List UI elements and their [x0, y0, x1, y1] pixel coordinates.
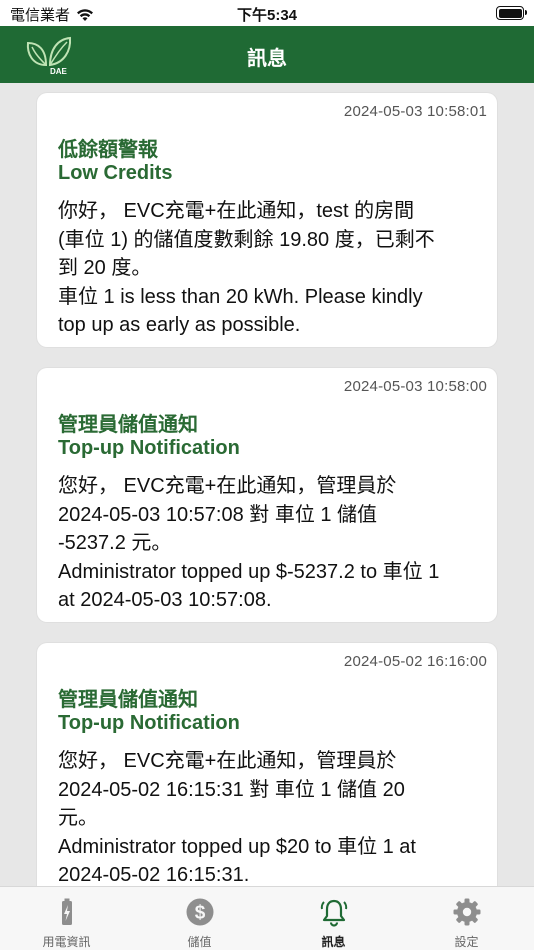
message-title-en: Top-up Notification — [58, 437, 240, 459]
message-title-en: Top-up Notification — [58, 712, 240, 734]
tab-power-info[interactable]: 用電資訊 — [0, 887, 133, 950]
tab-bar: 用電資訊 $ 儲值 訊息 設定 — [0, 886, 534, 950]
message-list[interactable]: 2024-05-03 10:58:01 低餘額警報 Low Credits 你好… — [0, 83, 534, 886]
message-title-zh: 管理員儲值通知 — [58, 689, 198, 711]
bell-icon — [320, 899, 347, 927]
message-timestamp: 2024-05-03 10:58:00 — [343, 378, 487, 395]
message-body-line: Administrator topped up $-5237.2 to 車位 1 — [58, 560, 440, 583]
message-body-line: 2024-05-03 10:57:08 對 車位 1 儲值 — [58, 503, 378, 526]
tab-label: 設定 — [454, 935, 479, 949]
message-body-line: 你好， EVC充電+在此通知，test 的房間 — [58, 200, 415, 222]
tab-top-up[interactable]: $ 儲值 — [133, 887, 266, 950]
tab-messages[interactable]: 訊息 — [267, 887, 400, 950]
message-body: 您好， EVC充電+在此通知，管理員於 2024-05-03 10:57:08 … — [58, 472, 483, 615]
nav-bar: DAE 訊息 — [0, 26, 534, 83]
tab-settings[interactable]: 設定 — [400, 887, 533, 950]
message-body-line: 車位 1 is less than 20 kWh. Please kindly — [58, 285, 423, 308]
message-body: 你好， EVC充電+在此通知，test 的房間 (車位 1) 的儲值度數剩餘 1… — [58, 197, 483, 340]
message-body-line: 您好， EVC充電+在此通知，管理員於 — [58, 475, 397, 497]
message-body-line: top up as early as possible. — [58, 314, 301, 336]
svg-text:$: $ — [194, 903, 205, 924]
message-body-line: 您好， EVC充電+在此通知，管理員於 — [58, 750, 397, 772]
tab-label: 用電資訊 — [42, 935, 91, 949]
message-body-line: (車位 1) 的儲值度數剩餘 19.80 度，已剩不 — [58, 228, 435, 251]
message-body-line: 到 20 度。 — [58, 257, 152, 279]
gear-icon — [453, 898, 480, 926]
page-title: 訊息 — [247, 48, 287, 70]
message-body-line: at 2024-05-03 10:57:08. — [58, 589, 272, 611]
tab-label: 儲值 — [187, 935, 212, 949]
battery-status-icon — [496, 6, 527, 20]
message-card[interactable]: 2024-05-03 10:58:01 低餘額警報 Low Credits 你好… — [37, 93, 497, 347]
message-card[interactable]: 2024-05-02 16:16:00 管理員儲值通知 Top-up Notif… — [37, 643, 497, 886]
message-title-zh: 管理員儲值通知 — [58, 414, 198, 436]
status-time: 下午5:34 — [236, 7, 298, 24]
dollar-icon: $ — [186, 898, 213, 926]
message-title-zh: 低餘額警報 — [58, 139, 158, 161]
message-timestamp: 2024-05-03 10:58:01 — [343, 103, 487, 120]
message-body-line: 2024-05-02 16:15:31 對 車位 1 儲值 20 — [58, 778, 405, 801]
message-body-line: -5237.2 元。 — [58, 532, 172, 554]
message-body-line: 元。 — [58, 807, 98, 829]
message-timestamp: 2024-05-02 16:16:00 — [343, 653, 487, 670]
message-body: 您好， EVC充電+在此通知，管理員於 2024-05-02 16:15:31 … — [58, 747, 483, 886]
message-title-en: Low Credits — [58, 162, 173, 184]
status-bar: 電信業者 下午5:34 — [0, 0, 534, 26]
message-body-line: Administrator topped up $20 to 車位 1 at — [58, 835, 416, 858]
message-body-line: 2024-05-02 16:15:31. — [58, 864, 250, 886]
message-card[interactable]: 2024-05-03 10:58:00 管理員儲值通知 Top-up Notif… — [37, 368, 497, 622]
battery-icon — [61, 898, 72, 925]
tab-label: 訊息 — [321, 935, 346, 949]
